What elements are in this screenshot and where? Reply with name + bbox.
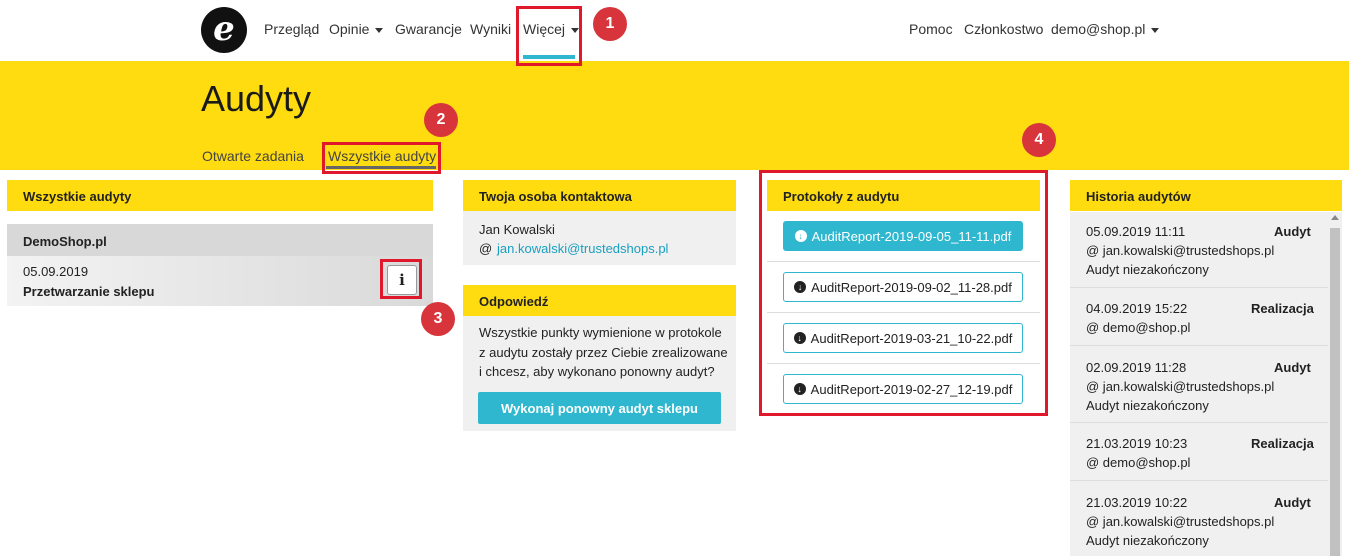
annotation-badge: 3 (421, 302, 455, 336)
history-datetime: 04.09.2019 15:22 (1086, 301, 1188, 316)
annotation-box-all-audits-tab (322, 142, 441, 174)
scrollbar-thumb[interactable] (1330, 228, 1340, 556)
history-header: Historia audytów (1070, 180, 1342, 211)
annotation-box-protocols (759, 170, 1048, 416)
tab-otwarte-zadania[interactable]: Otwarte zadania (202, 148, 304, 164)
contact-email-link[interactable]: jan.kowalski@trustedshops.pl (497, 241, 668, 256)
history-note: Audyt niezakończony (1086, 533, 1209, 548)
logo-letter: e (213, 8, 235, 49)
history-datetime: 02.09.2019 11:28 (1086, 360, 1187, 375)
history-type: Audyt (1274, 495, 1311, 510)
history-user: @ jan.kowalski@trustedshops.pl (1086, 243, 1275, 258)
scroll-up-arrow-icon[interactable] (1331, 215, 1339, 220)
nav-label: Opinie (329, 21, 370, 37)
annotation-box-info-button (380, 259, 422, 299)
nav-item-czlonkostwo[interactable]: Członkostwo (964, 21, 1043, 37)
history-datetime: 21.03.2019 10:23 (1086, 436, 1188, 451)
history-type: Audyt (1274, 224, 1311, 239)
chevron-down-icon (375, 27, 384, 33)
answer-header: Odpowiedź (463, 285, 736, 316)
top-navigation: e Przegląd Opinie Gwarancje Wyniki Więce… (0, 0, 1349, 61)
page-title: Audyty (201, 78, 312, 119)
history-user: @ demo@shop.pl (1086, 320, 1191, 335)
chevron-down-icon (1151, 27, 1160, 33)
history-user: @ jan.kowalski@trustedshops.pl (1086, 514, 1275, 529)
history-user: @ jan.kowalski@trustedshops.pl (1086, 379, 1275, 394)
contact-name: Jan Kowalski (479, 222, 555, 237)
history-user: @ demo@shop.pl (1086, 455, 1191, 470)
nav-item-przeglad[interactable]: Przegląd (264, 21, 319, 37)
annotation-badge: 2 (424, 103, 458, 137)
history-note: Audyt niezakończony (1086, 262, 1209, 277)
annotation-badge: 1 (593, 7, 627, 41)
trustedshops-logo[interactable]: e (201, 7, 247, 53)
annotation-box-more-menu (516, 6, 582, 66)
nav-item-opinie[interactable]: Opinie (329, 21, 384, 37)
all-audits-header: Wszystkie audyty (7, 180, 433, 211)
history-type: Realizacja (1251, 436, 1314, 451)
history-type: Realizacja (1251, 301, 1314, 316)
answer-text-line: i chcesz, aby wykonano ponowny audyt? (479, 364, 715, 379)
account-email: demo@shop.pl (1051, 21, 1146, 37)
history-entry (1070, 423, 1328, 481)
history-note: Audyt niezakończony (1086, 398, 1209, 413)
answer-text-line: z audytu zostały przez Ciebie zrealizowa… (479, 345, 728, 360)
audit-status: Przetwarzanie sklepu (23, 284, 155, 299)
audit-date: 05.09.2019 (23, 264, 89, 279)
history-datetime: 21.03.2019 10:22 (1086, 495, 1188, 510)
nav-item-wyniki[interactable]: Wyniki (470, 21, 511, 37)
request-reaudit-button[interactable]: Wykonaj ponowny audyt sklepu (478, 392, 721, 424)
answer-text-line: Wszystkie punkty wymienione w protokole (479, 325, 722, 340)
history-datetime: 05.09.2019 11:11 (1086, 224, 1186, 239)
contact-body (463, 211, 736, 265)
nav-item-pomoc[interactable]: Pomoc (909, 21, 953, 37)
nav-item-gwarancje[interactable]: Gwarancje (395, 21, 462, 37)
history-entry (1070, 288, 1328, 346)
contact-header: Twoja osoba kontaktowa (463, 180, 736, 211)
history-type: Audyt (1274, 360, 1311, 375)
at-icon: @ (479, 241, 493, 256)
annotation-badge: 4 (1022, 123, 1056, 157)
shop-name: DemoShop.pl (23, 234, 107, 249)
account-menu[interactable]: demo@shop.pl (1051, 21, 1160, 37)
